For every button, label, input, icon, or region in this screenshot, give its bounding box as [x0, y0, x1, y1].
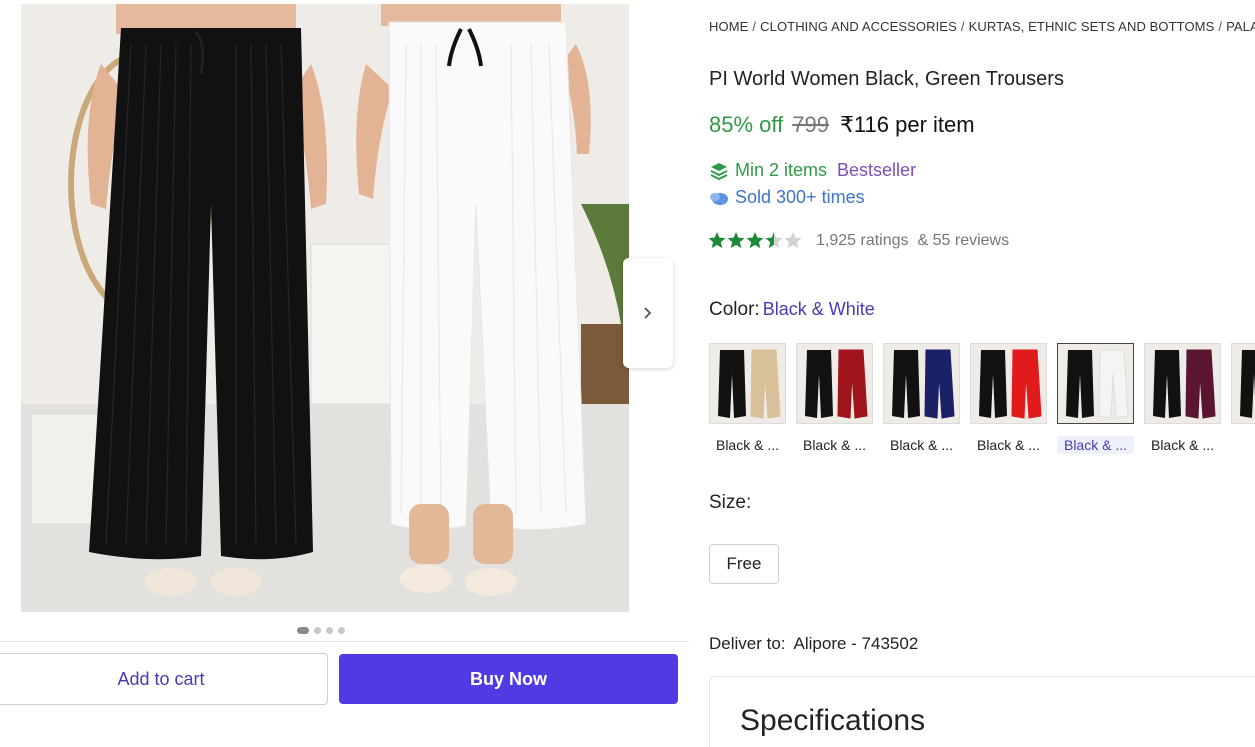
product-title: PI World Women Black, Green Trousers	[709, 68, 1064, 90]
star-icon	[746, 232, 764, 249]
breadcrumb: HOME / CLOTHING AND ACCESSORIES / KURTAS, ET…	[709, 19, 1255, 34]
specifications-card: Specifications	[709, 676, 1255, 747]
chevron-right-icon	[644, 307, 652, 319]
color-variant-thumbnail	[796, 343, 873, 424]
color-variant[interactable]: Black & ...	[883, 343, 960, 463]
size-option-free[interactable]: Free	[709, 544, 779, 584]
breadcrumb-item-palazzos[interactable]: PALAZZOS	[1226, 19, 1255, 34]
color-variant-thumbnail	[970, 343, 1047, 424]
offer-row: Min 2 items Bestseller	[709, 160, 916, 181]
delivery-location[interactable]: Alipore - 743502	[794, 634, 919, 653]
color-variant-thumbnail	[883, 343, 960, 424]
color-variant[interactable]: Black & ...	[1057, 343, 1134, 463]
color-variant[interactable]: Black & ...	[970, 343, 1047, 463]
selling-price: ₹116 per item	[839, 112, 975, 137]
size-label: Size:	[709, 492, 752, 513]
star-icons	[708, 232, 802, 249]
color-selector-label: Color: Black & White	[709, 299, 875, 321]
color-variant[interactable]: Black & ...	[709, 343, 786, 463]
reviews-count: & 55 reviews	[917, 232, 1010, 249]
empty-star-icon	[784, 232, 802, 249]
half-star-icon	[765, 232, 783, 249]
sold-row: Sold 300+ times	[709, 187, 865, 208]
variant-image	[1232, 344, 1255, 423]
variant-image	[1145, 344, 1220, 423]
buy-now-button[interactable]: Buy Now	[339, 654, 678, 704]
color-variant-label: Bla	[1231, 437, 1255, 453]
product-image[interactable]	[21, 4, 629, 612]
color-variant-thumbnail	[1144, 343, 1221, 424]
breadcrumb-item-home[interactable]: HOME	[709, 19, 748, 34]
add-to-cart-button[interactable]: Add to cart	[0, 653, 328, 705]
color-variant-label: Black & ...	[1057, 436, 1134, 454]
variant-image	[1058, 344, 1133, 423]
color-variant-label: Black & ...	[802, 437, 867, 453]
color-variant-thumbnail	[1057, 343, 1134, 424]
product-photo	[21, 4, 629, 612]
star-rating	[707, 230, 803, 252]
star-icon	[708, 232, 726, 249]
color-variant[interactable]: Bla	[1231, 343, 1255, 463]
carousel-dot[interactable]	[338, 627, 345, 634]
next-image-button[interactable]	[623, 258, 673, 368]
carousel-dot[interactable]	[326, 627, 333, 634]
variant-image	[710, 344, 785, 423]
color-variant-thumbnail	[709, 343, 786, 424]
color-label: Color:	[709, 299, 760, 320]
color-variant[interactable]: Black & ...	[796, 343, 873, 463]
color-variant-label: Black & ...	[715, 437, 780, 453]
color-variant-thumbnail	[1231, 343, 1255, 424]
variant-image	[971, 344, 1046, 423]
carousel-dot[interactable]	[314, 627, 321, 634]
color-variant-label: Black & ...	[1150, 437, 1215, 453]
carousel-dot-active[interactable]	[297, 627, 309, 634]
variant-image	[797, 344, 872, 423]
color-variant-label: Black & ...	[889, 437, 954, 453]
bestseller-badge: Bestseller	[837, 160, 917, 180]
color-variants: Black & ... Black & ... Black & ... Black &…	[709, 343, 1255, 463]
discount-percentage: 85% off	[709, 112, 784, 137]
carousel-dots	[297, 627, 345, 634]
original-price: 799	[792, 112, 829, 137]
min-items-text: Min 2 items	[735, 160, 828, 180]
breadcrumb-item-clothing[interactable]: CLOTHING AND ACCESSORIES	[760, 19, 957, 34]
color-variant-label: Black & ...	[976, 437, 1041, 453]
star-icon	[727, 232, 745, 249]
breadcrumb-item-kurtas[interactable]: KURTAS, ETHNIC SETS AND BOTTOMS	[969, 19, 1215, 34]
variant-image	[884, 344, 959, 423]
deliver-to-label: Deliver to:	[709, 634, 786, 653]
divider	[0, 641, 689, 642]
delivery-info: Deliver to: Alipore - 743502	[709, 634, 918, 654]
specifications-title: Specifications	[740, 704, 926, 737]
ratings-count: 1,925 ratings	[816, 232, 909, 249]
sold-count-text: Sold 300+ times	[735, 187, 865, 207]
selected-color-value: Black & White	[762, 299, 875, 319]
rating-row[interactable]: 1,925 ratings & 55 reviews	[707, 230, 1009, 252]
price-row: 85% off 799 ₹116 per item	[709, 112, 975, 138]
layers-icon	[710, 162, 728, 180]
sold-bag-icon	[710, 192, 728, 205]
color-variant[interactable]: Black & ...	[1144, 343, 1221, 463]
